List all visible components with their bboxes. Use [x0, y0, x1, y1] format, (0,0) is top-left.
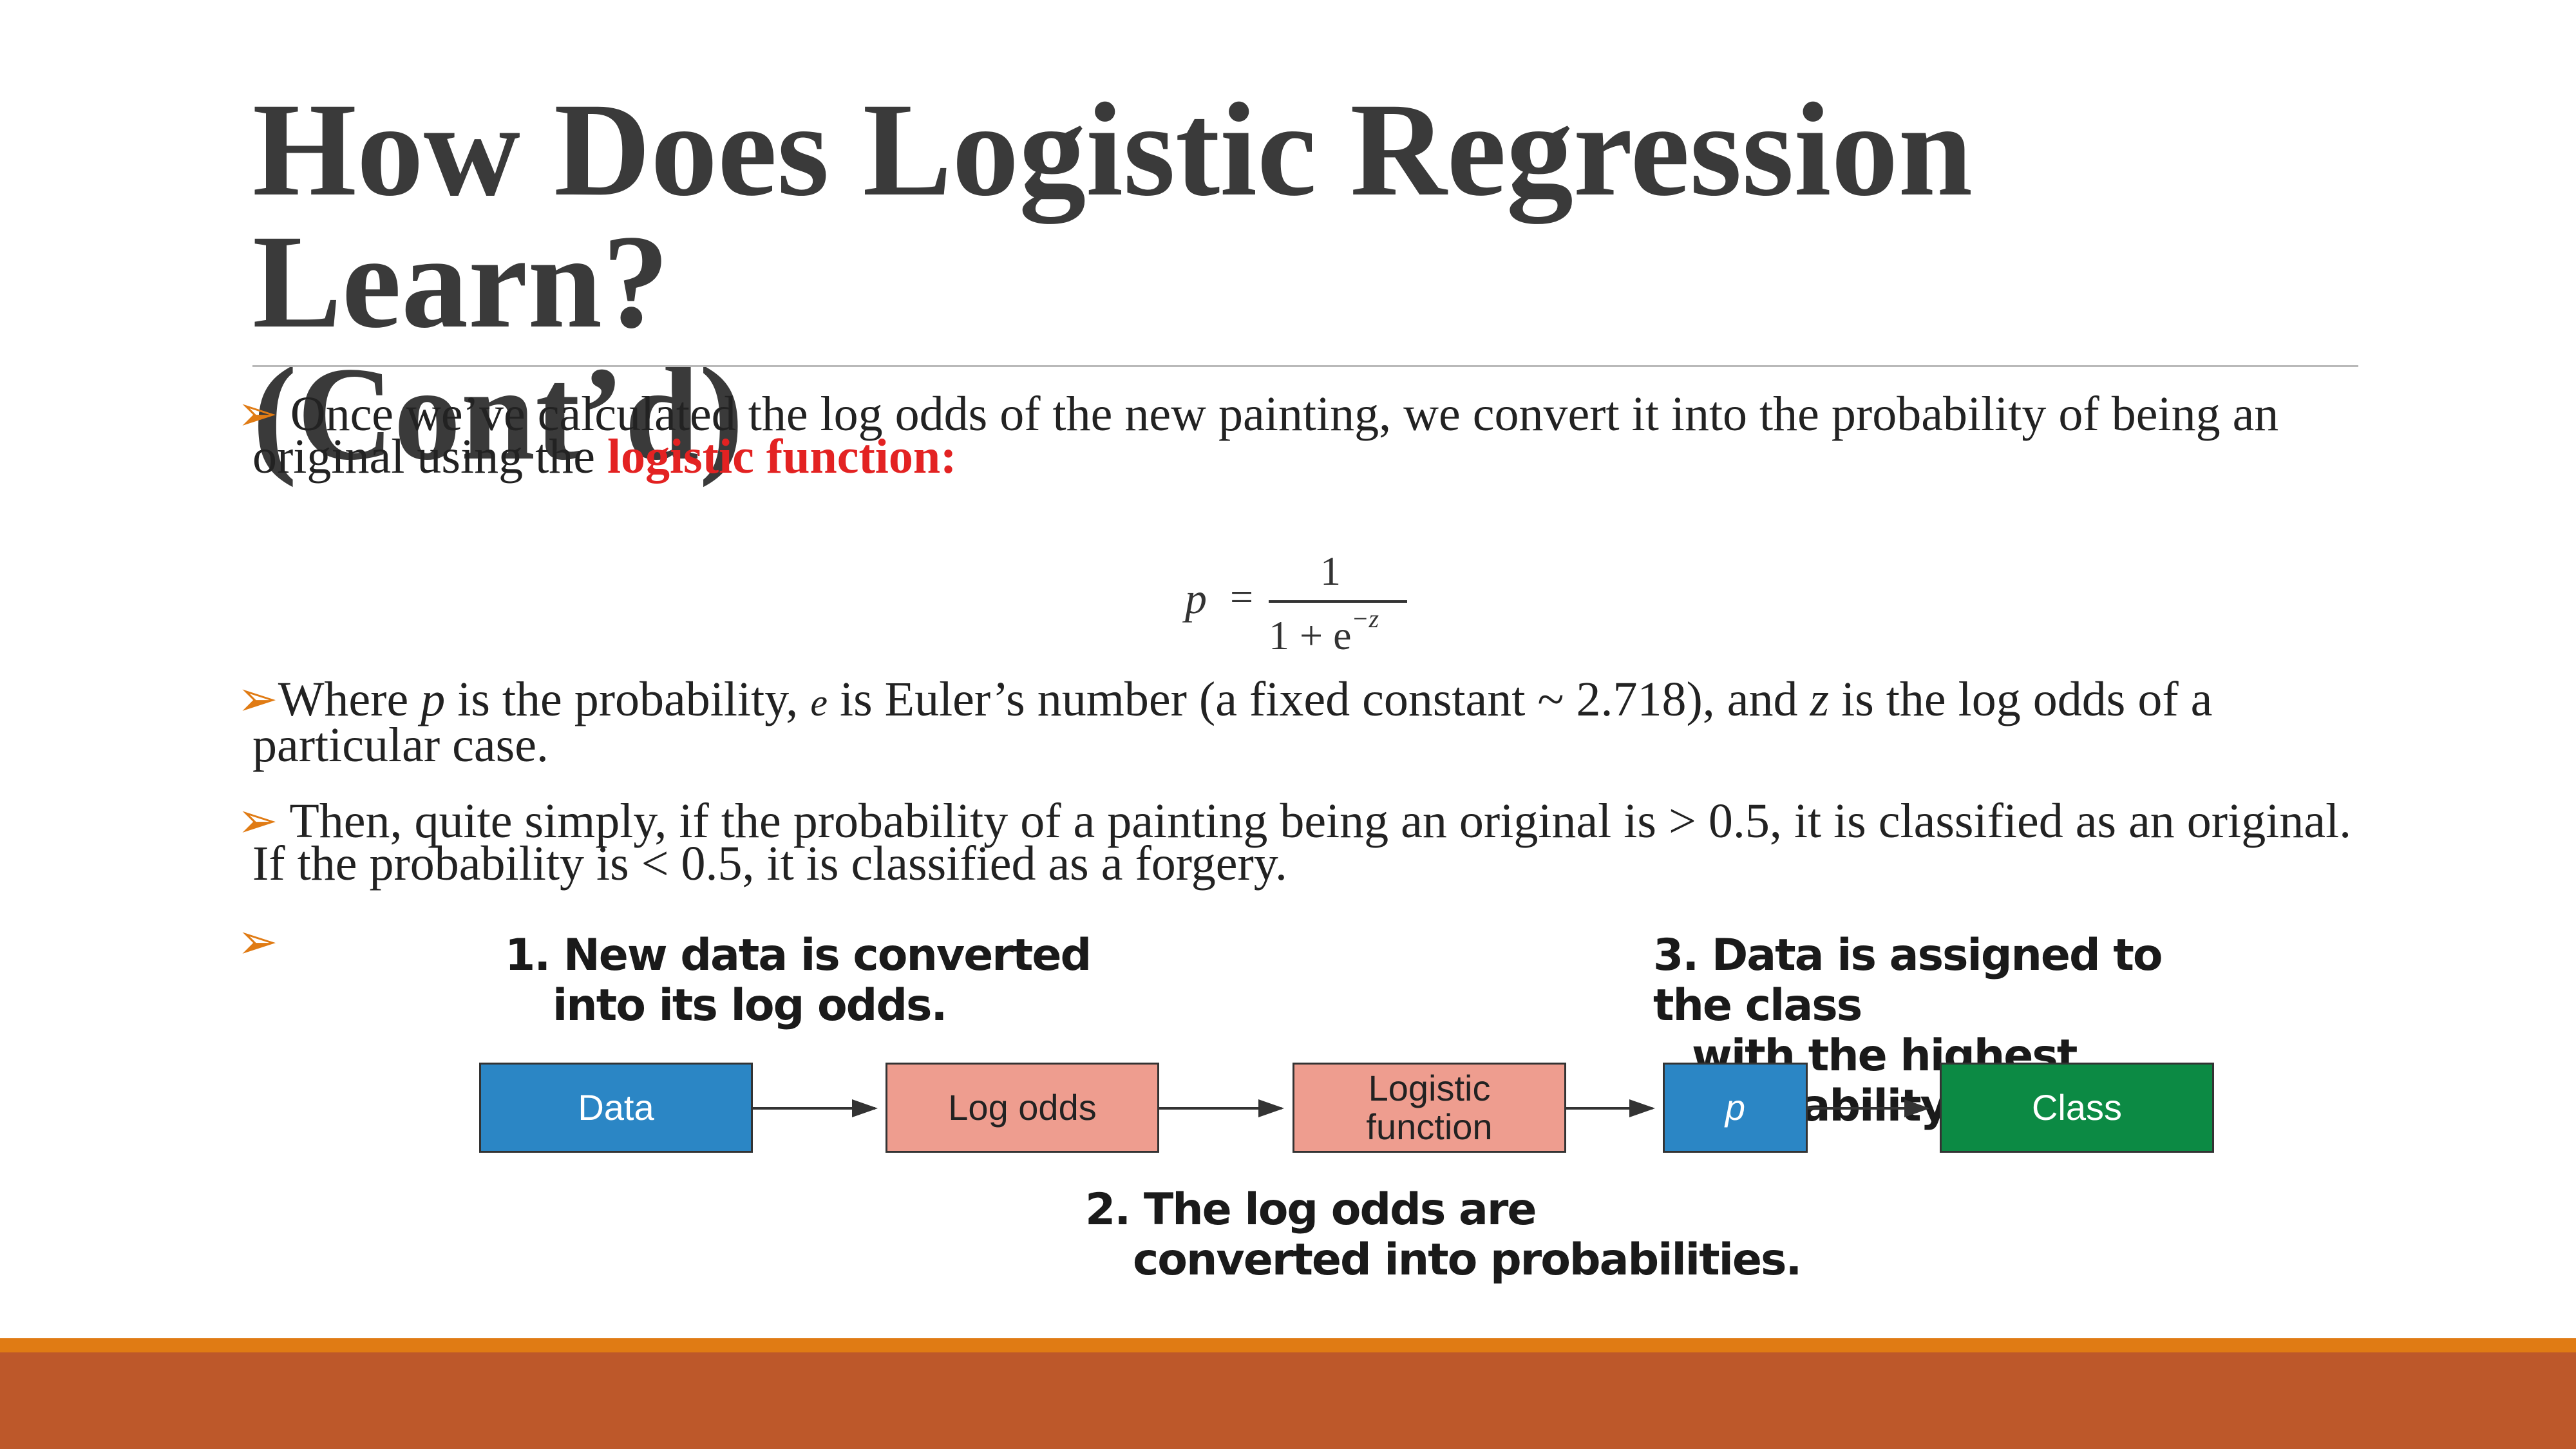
box-logistic-function: Logistic function: [1293, 1063, 1566, 1153]
step-1-caption: 1. New data is converted into its log od…: [505, 930, 1092, 1031]
formula-numerator: 1: [1320, 548, 1341, 594]
box-data: Data: [479, 1063, 753, 1153]
formula-exponent: −z: [1351, 604, 1379, 633]
bullet-classification-rule: ➢ Then, quite simply, if the probability…: [237, 797, 2382, 891]
formula-denominator: 1 + e−z: [1269, 604, 1379, 658]
arrow-data-to-logodds: [753, 1099, 878, 1117]
highlight-logistic-function: logistic function:: [607, 430, 957, 484]
box-class: Class: [1940, 1063, 2214, 1153]
bullet-definitions: ➢Where p is the probability, e is Euler’…: [237, 675, 2382, 772]
arrow-logistic-to-p: [1566, 1099, 1655, 1117]
box-log-odds: Log odds: [886, 1063, 1159, 1153]
bullet-diagram: ➢: [237, 918, 278, 967]
formula-fraction-bar: [1269, 600, 1407, 603]
footer-accent-stripe: [0, 1338, 2576, 1352]
arrow-p-to-class: [1808, 1099, 1930, 1117]
formula-variable: p: [1185, 574, 1207, 623]
bullet-continuation: If the probability is < 0.5, it is class…: [252, 837, 1287, 891]
symbol-z: z: [1810, 672, 1830, 726]
slide-title-line-1: How Does Logistic Regression Learn?: [252, 75, 1973, 355]
logistic-pipeline-diagram: 1. New data is converted into its log od…: [477, 931, 2228, 1298]
title-divider: [252, 365, 2358, 367]
box-p: p: [1663, 1063, 1808, 1153]
bullet-logistic-intro: ➢ Once we’ve calculated the log odds of …: [237, 390, 2382, 484]
bullet-arrow-icon: ➢: [237, 915, 278, 969]
formula-equals: =: [1230, 574, 1254, 620]
arrow-logodds-to-logistic: [1159, 1099, 1284, 1117]
footer-band: [0, 1352, 2576, 1449]
symbol-e: e: [810, 681, 828, 724]
step-2-caption: 2. The log odds are converted into proba…: [1085, 1184, 1802, 1285]
bullet-continuation: original using the logistic function:: [252, 430, 957, 484]
bullet-continuation: particular case.: [252, 718, 549, 772]
logistic-formula: p = 1 1 + e−z: [1185, 547, 1417, 663]
